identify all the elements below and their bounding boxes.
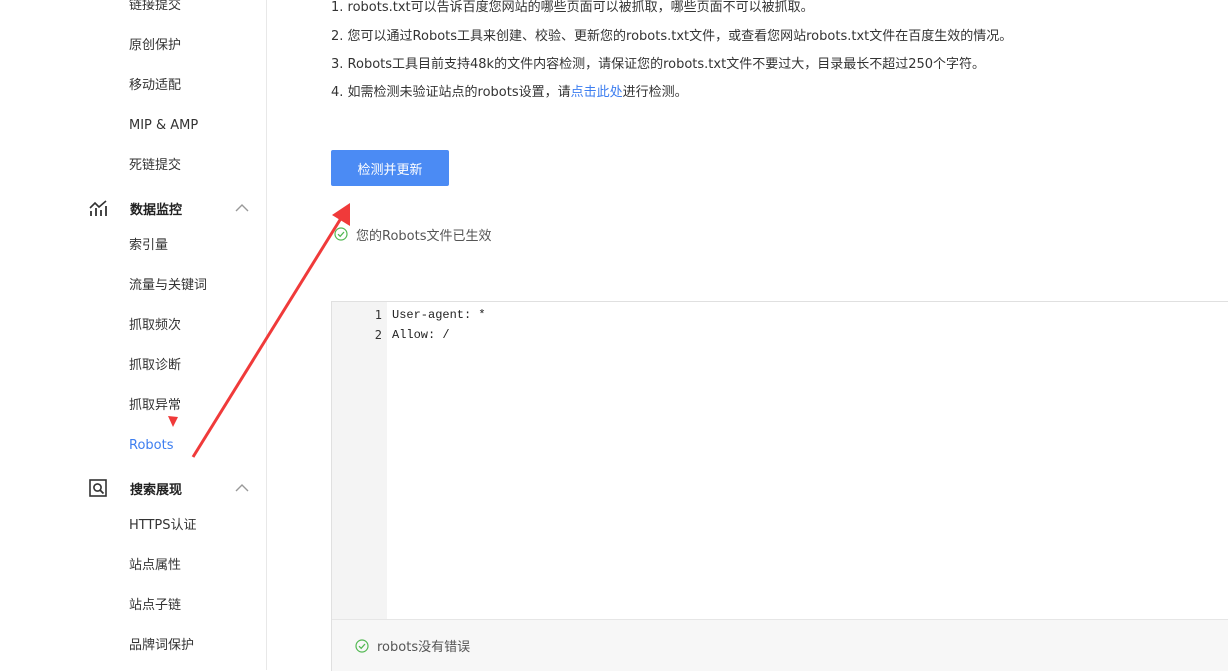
code-line[interactable]: Allow: / [392, 325, 450, 345]
sidebar-item-dead-link-submit[interactable]: 死链提交 [129, 156, 181, 176]
instruction-4-prefix: 4. 如需检测未验证站点的robots设置，请 [331, 85, 571, 100]
line-number: 2 [374, 328, 382, 342]
instruction-4-suffix: 进行检测。 [622, 85, 688, 100]
search-display-icon [88, 478, 108, 498]
sidebar-item-site-attributes[interactable]: 站点属性 [129, 556, 181, 576]
line-number: 1 [374, 308, 382, 322]
sidebar-group-search-display[interactable]: 搜索展现 [88, 476, 250, 500]
sidebar-item-original-protection[interactable]: 原创保护 [129, 36, 181, 56]
chart-icon [88, 198, 108, 218]
instruction-1: 1. robots.txt可以告诉百度您网站的哪些页面可以被抓取，哪些页面不可以… [331, 0, 814, 15]
sidebar-item-crawl-errors[interactable]: 抓取异常 [129, 396, 181, 416]
instruction-4: 4. 如需检测未验证站点的robots设置，请点击此处进行检测。 [331, 83, 688, 103]
editor-status-text: robots没有错误 [377, 640, 471, 655]
line-number-gutter: 1 2 [332, 302, 387, 619]
sidebar-item-traffic-keywords[interactable]: 流量与关键词 [129, 276, 207, 296]
sidebar-group-data-monitor[interactable]: 数据监控 [88, 196, 250, 220]
sidebar-group-title: 搜索展现 [130, 482, 183, 498]
check-circle-icon [355, 638, 369, 653]
sidebar-item-index-volume[interactable]: 索引量 [129, 236, 168, 256]
instruction-2: 2. 您可以通过Robots工具来创建、校验、更新您的robots.txt文件，… [331, 29, 1013, 44]
chevron-up-icon[interactable] [234, 480, 250, 496]
sidebar-item-site-sublinks[interactable]: 站点子链 [129, 596, 181, 616]
robots-editor[interactable]: 1 2 User-agent: * Allow: / robots没有错误 [331, 301, 1228, 671]
sidebar-item-robots[interactable]: Robots [129, 436, 173, 456]
sidebar-item-https-cert[interactable]: HTTPS认证 [129, 516, 197, 536]
sidebar-item-crawl-diagnosis[interactable]: 抓取诊断 [129, 356, 181, 376]
instruction-3: 3. Robots工具目前支持48k的文件内容检测，请保证您的robots.tx… [331, 57, 986, 72]
sidebar-item-brand-protection[interactable]: 品牌词保护 [129, 636, 194, 656]
sidebar-group-title: 数据监控 [130, 202, 183, 218]
robots-status-text: 您的Robots文件已生效 [356, 228, 492, 244]
sidebar-item-link-submit[interactable]: 链接提交 [129, 0, 181, 16]
check-and-update-button[interactable]: 检测并更新 [331, 150, 449, 186]
sidebar-item-mobile-adaptation[interactable]: 移动适配 [129, 76, 181, 96]
editor-status-bar: robots没有错误 [332, 619, 1228, 671]
main-content: 1. robots.txt可以告诉百度您网站的哪些页面可以被抓取，哪些页面不可以… [266, 0, 1228, 671]
check-circle-icon [334, 227, 348, 241]
sidebar-item-crawl-frequency[interactable]: 抓取频次 [129, 316, 181, 336]
sidebar: 链接提交 原创保护 移动适配 MIP & AMP 死链提交 数据监控 索引量 流… [0, 0, 267, 670]
click-here-link[interactable]: 点击此处 [571, 85, 623, 100]
chevron-up-icon[interactable] [234, 200, 250, 216]
code-line[interactable]: User-agent: * [392, 305, 486, 325]
robots-status: 您的Robots文件已生效 [334, 224, 491, 244]
sidebar-item-mip-amp[interactable]: MIP & AMP [129, 116, 198, 136]
